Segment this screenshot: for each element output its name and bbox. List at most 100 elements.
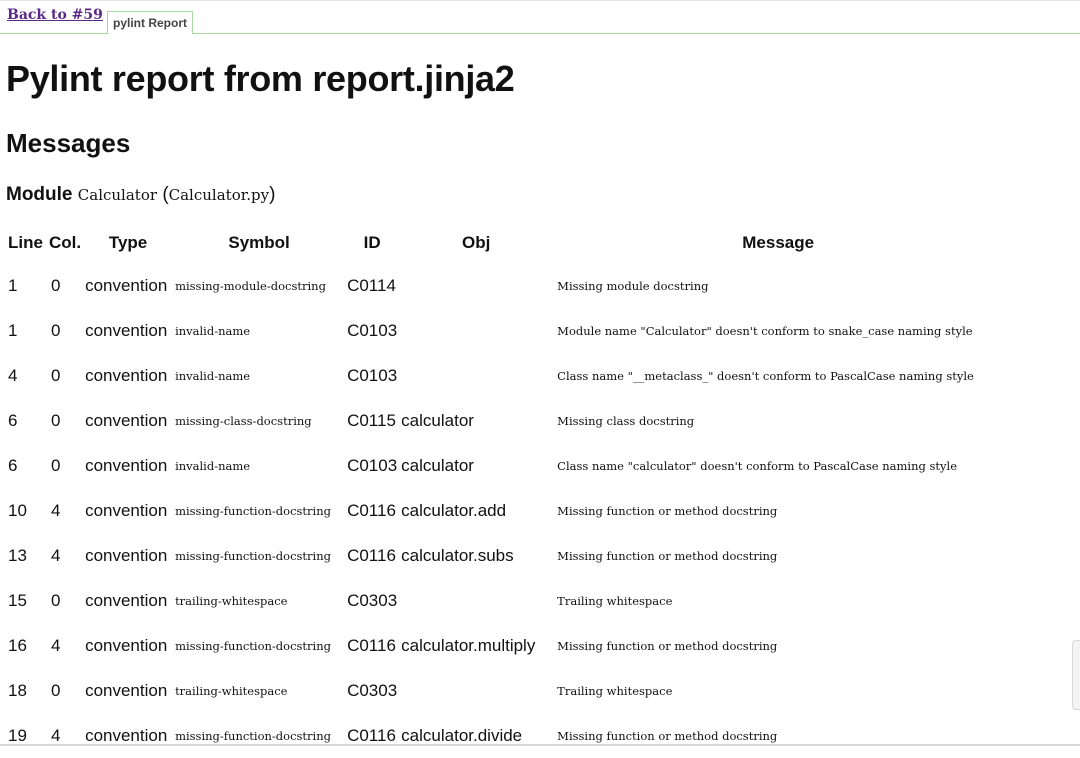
- messages-table: Line Col. Type Symbol ID Obj Message 10c…: [4, 222, 1003, 758]
- cell-id: C0303: [347, 590, 398, 610]
- cell-type: convention: [85, 275, 168, 295]
- cell-obj: calculator.divide: [401, 725, 523, 745]
- cell-type: convention: [85, 320, 168, 340]
- cell-type: convention: [85, 455, 168, 475]
- messages-heading: Messages: [6, 128, 131, 158]
- table-row: 1 0 convention missing-module-docstring C011…: [4, 263, 1003, 308]
- table-row: 18 0 convention trailing-whitespace C0303 Tra…: [4, 668, 1003, 713]
- cell-type: convention: [85, 635, 168, 655]
- cell-line: 10: [8, 500, 27, 520]
- cell-symbol: missing-function-docstring: [175, 503, 331, 518]
- header-symbol: Symbol: [228, 232, 290, 252]
- table-row: 6 0 convention invalid-name C0103 calculator C…: [4, 443, 1003, 488]
- cell-message: Trailing whitespace: [557, 593, 673, 608]
- module-file: Calculator.py: [168, 186, 270, 204]
- top-nav-bar: Back to #59 pylint Report: [0, 0, 1080, 34]
- cell-col: 4: [50, 635, 61, 655]
- cell-line: 15: [8, 590, 27, 610]
- cell-obj: [399, 353, 553, 398]
- cell-col: 0: [50, 680, 61, 700]
- cell-symbol: trailing-whitespace: [175, 593, 288, 608]
- cell-type: convention: [85, 590, 168, 610]
- cell-line: 6: [8, 455, 18, 475]
- cell-obj: [399, 308, 553, 353]
- cell-id: C0116: [347, 635, 396, 655]
- cell-message: Missing function or method docstring: [557, 638, 778, 653]
- cell-message: Class name "calculator" doesn't conform …: [557, 458, 958, 473]
- table-body: 1 0 convention missing-module-docstring C011…: [4, 263, 1003, 758]
- cell-line: 1: [8, 320, 18, 340]
- cell-id: C0115: [347, 410, 396, 430]
- cell-id: C0116: [347, 500, 396, 520]
- cell-id: C0116: [347, 545, 396, 565]
- cell-symbol: missing-class-docstring: [175, 413, 312, 428]
- cell-col: 0: [50, 320, 61, 340]
- header-message: Message: [742, 232, 815, 252]
- table-row: 19 4 convention missing-function-docstring C…: [4, 713, 1003, 758]
- scrollbar-thumb[interactable]: [1072, 640, 1080, 710]
- table-row: 15 0 convention trailing-whitespace C0303 Tra…: [4, 578, 1003, 623]
- cell-id: C0114: [347, 275, 396, 295]
- tab-pylint-report[interactable]: pylint Report: [107, 11, 193, 34]
- cell-obj: [399, 263, 553, 308]
- cell-line: 4: [8, 365, 18, 385]
- table-row: 10 4 convention missing-function-docstring C…: [4, 488, 1003, 533]
- bottom-divider: [0, 744, 1080, 746]
- cell-symbol: missing-module-docstring: [175, 278, 326, 293]
- cell-obj: calculator.multiply: [401, 635, 536, 655]
- back-link[interactable]: Back to #59: [7, 7, 103, 23]
- cell-message: Missing function or method docstring: [557, 728, 778, 743]
- cell-symbol: invalid-name: [175, 368, 251, 383]
- cell-line: 16: [8, 635, 27, 655]
- cell-message: Class name "__metaclass_" doesn't confor…: [557, 368, 974, 383]
- cell-symbol: invalid-name: [175, 323, 251, 338]
- cell-message: Trailing whitespace: [557, 683, 673, 698]
- cell-col: 0: [50, 590, 61, 610]
- header-id: ID: [363, 232, 381, 252]
- header-line: Line: [8, 232, 43, 252]
- header-col: Col.: [48, 232, 82, 252]
- cell-message: Missing function or method docstring: [557, 503, 778, 518]
- cell-id: C0116: [347, 725, 396, 745]
- cell-type: convention: [85, 500, 168, 520]
- cell-col: 4: [50, 545, 61, 565]
- cell-id: C0103: [347, 365, 398, 385]
- cell-line: 6: [8, 410, 18, 430]
- header-obj: Obj: [462, 232, 491, 252]
- cell-col: 4: [50, 725, 61, 745]
- cell-obj: calculator.add: [401, 500, 507, 520]
- cell-message: Missing module docstring: [557, 278, 709, 293]
- cell-symbol: missing-function-docstring: [175, 638, 331, 653]
- cell-message: Missing class docstring: [557, 413, 695, 428]
- table-row: 16 4 convention missing-function-docstring C…: [4, 623, 1003, 668]
- cell-type: convention: [85, 545, 168, 565]
- cell-symbol: missing-function-docstring: [175, 728, 331, 743]
- cell-type: convention: [85, 725, 168, 745]
- cell-obj: calculator: [401, 410, 474, 430]
- cell-col: 0: [50, 455, 61, 475]
- module-name: Calculator: [77, 186, 158, 204]
- cell-id: C0103: [347, 455, 398, 475]
- header-type: Type: [108, 232, 148, 252]
- cell-type: convention: [85, 680, 168, 700]
- cell-line: 18: [8, 680, 27, 700]
- table-row: 1 0 convention invalid-name C0103 Module name…: [4, 308, 1003, 353]
- cell-obj: calculator: [401, 455, 474, 475]
- module-heading: Module Calculator (Calculator.py): [6, 184, 276, 205]
- cell-col: 0: [50, 410, 61, 430]
- cell-message: Module name "Calculator" doesn't conform…: [557, 323, 973, 338]
- cell-id: C0303: [347, 680, 398, 700]
- cell-col: 4: [50, 500, 61, 520]
- cell-obj: [399, 668, 553, 713]
- page-title: Pylint report from report.jinja2: [6, 58, 515, 99]
- cell-col: 0: [50, 365, 61, 385]
- cell-symbol: invalid-name: [175, 458, 251, 473]
- table-row: 13 4 convention missing-function-docstring C…: [4, 533, 1003, 578]
- cell-symbol: trailing-whitespace: [175, 683, 288, 698]
- cell-line: 13: [8, 545, 27, 565]
- cell-obj: [399, 578, 553, 623]
- cell-symbol: missing-function-docstring: [175, 548, 331, 563]
- table-header-row: Line Col. Type Symbol ID Obj Message: [4, 222, 1003, 263]
- cell-line: 19: [8, 725, 27, 745]
- cell-type: convention: [85, 365, 168, 385]
